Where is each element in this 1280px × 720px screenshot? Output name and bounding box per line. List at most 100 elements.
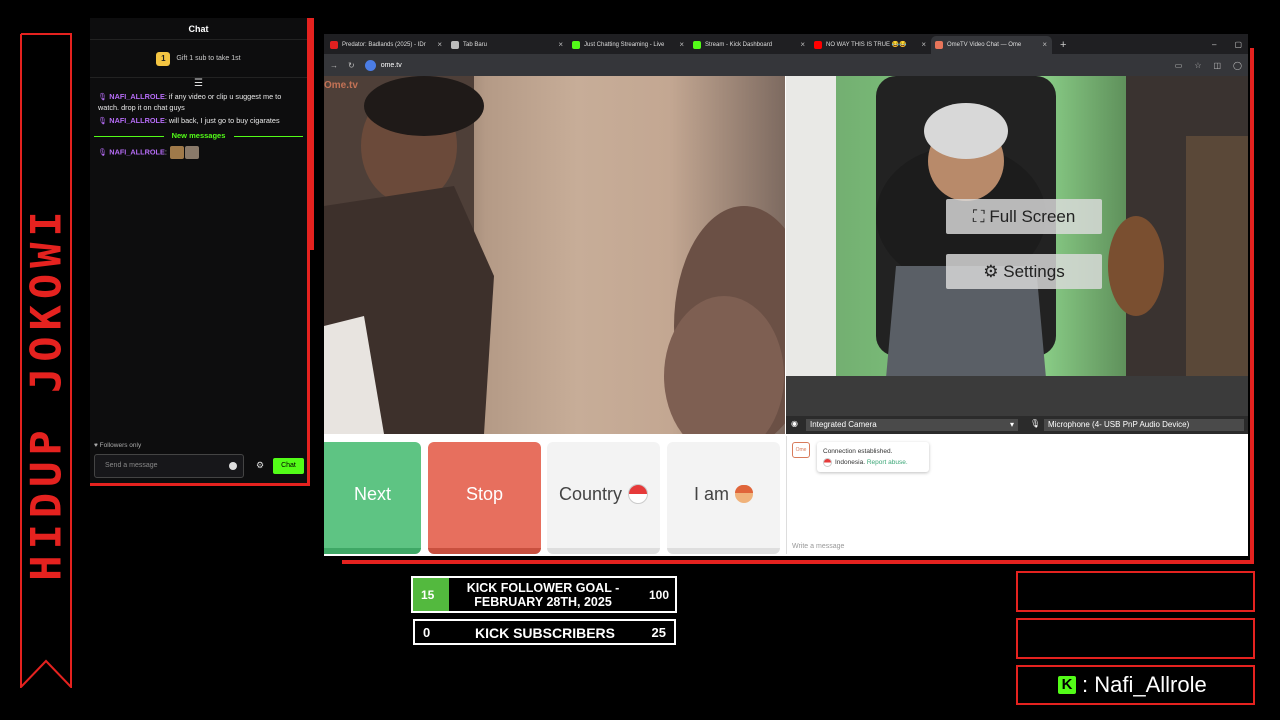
browser-tab[interactable]: Tab Baru × bbox=[447, 36, 568, 54]
close-icon[interactable]: × bbox=[558, 36, 563, 54]
handle-box: K : Nafi_Allrole bbox=[1016, 665, 1255, 705]
browser-tab[interactable]: NO WAY THIS IS TRUE 😂😂 × bbox=[810, 36, 931, 54]
emote-icon bbox=[184, 146, 199, 159]
camera-value: Integrated Camera bbox=[810, 420, 877, 429]
minimize-icon[interactable]: – bbox=[1212, 36, 1216, 54]
toolbar-icons: ▭ ☆ ◫ ◯ bbox=[1175, 61, 1248, 70]
tab-title: Just Chatting Streaming - Live bbox=[584, 42, 665, 48]
tab-bar: Predator: Badlands (2025) - IDr × Tab Bar… bbox=[324, 34, 1248, 54]
subs-current: 0 bbox=[423, 625, 431, 640]
goal-target: 100 bbox=[648, 588, 669, 602]
close-icon[interactable]: × bbox=[437, 36, 442, 54]
profile-icon[interactable]: ◯ bbox=[1233, 61, 1242, 70]
empty-box bbox=[1016, 618, 1255, 659]
new-messages-divider: New messages bbox=[94, 131, 303, 141]
extensions-icon[interactable]: ◫ bbox=[1213, 61, 1221, 70]
ometv-logo: Ome.tv bbox=[324, 80, 358, 91]
full-screen-button[interactable]: ⛶ Full Screen bbox=[946, 199, 1102, 234]
close-icon[interactable]: × bbox=[800, 36, 805, 54]
chat-username[interactable]: NAFI_ALLROLE bbox=[109, 92, 165, 101]
chat-username[interactable]: NAFI_ALLROLE bbox=[109, 147, 165, 156]
subscriber-goal-widget: 0 KICK SUBSCRIBERS 25 bbox=[413, 619, 676, 645]
forward-icon[interactable]: → bbox=[330, 61, 338, 70]
emote-icon bbox=[169, 146, 184, 159]
tab-title: NO WAY THIS IS TRUE 😂😂 bbox=[826, 42, 907, 48]
settings-label: Settings bbox=[1003, 262, 1065, 281]
bookmark-star-icon[interactable]: ☆ bbox=[1194, 61, 1201, 70]
tab-favicon-icon bbox=[572, 41, 580, 49]
stranger-video: Ome.tv bbox=[324, 76, 785, 434]
connection-text: Connection established. bbox=[823, 448, 893, 455]
goal-title: KICK FOLLOWER GOAL - FEBRUARY 28TH, 2025 bbox=[466, 581, 620, 609]
close-icon[interactable]: × bbox=[1042, 36, 1047, 54]
maximize-icon[interactable]: ▢ bbox=[1234, 36, 1242, 54]
chat-send-button[interactable]: Chat bbox=[273, 458, 304, 474]
emoji-icon[interactable] bbox=[229, 462, 237, 470]
next-label: Next bbox=[353, 484, 391, 504]
gift-text: Gift 1 sub to take 1st bbox=[176, 55, 241, 62]
banner-text: HIDUP JOKOWI bbox=[21, 205, 71, 581]
self-video: ⛶ Full Screen ⚙ Settings bbox=[786, 76, 1248, 434]
followers-only-label: ♥ Followers only bbox=[94, 442, 142, 449]
microphone-icon: 🎙 bbox=[1030, 419, 1041, 428]
tab-favicon-icon bbox=[935, 41, 943, 49]
gift-sub-row[interactable]: 1 Gift 1 sub to take 1st bbox=[90, 40, 307, 78]
stop-button[interactable]: Stop bbox=[428, 442, 541, 554]
url-text: ome.tv bbox=[380, 61, 402, 69]
chevron-down-icon: ▾ bbox=[1009, 420, 1014, 429]
write-message-input[interactable]: Write a message bbox=[792, 543, 844, 550]
fullscreen-icon: ⛶ bbox=[972, 207, 985, 226]
microphone-select[interactable]: Microphone (4- USB PnP Audio Device) bbox=[1044, 419, 1244, 431]
tab-title: Tab Baru bbox=[463, 42, 488, 48]
next-button[interactable]: Next bbox=[324, 442, 421, 554]
gender-button[interactable]: I am bbox=[667, 442, 780, 554]
mic-badge-icon: 🎙 bbox=[98, 116, 108, 125]
country-button[interactable]: Country bbox=[547, 442, 660, 554]
window-controls: – ▢ bbox=[1212, 36, 1248, 54]
chat-username[interactable]: NAFI_ALLROLE bbox=[109, 116, 165, 125]
close-icon[interactable]: × bbox=[921, 36, 926, 54]
browser-window: Predator: Badlands (2025) - IDr × Tab Bar… bbox=[324, 34, 1248, 556]
stop-label: Stop bbox=[465, 484, 504, 504]
subs-title: KICK SUBSCRIBERS bbox=[474, 625, 615, 641]
browser-tab-active[interactable]: OmeTV Video Chat — Ome × bbox=[931, 36, 1052, 54]
close-icon[interactable]: × bbox=[679, 36, 684, 54]
follower-goal-widget: 15 KICK FOLLOWER GOAL - FEBRUARY 28TH, 2… bbox=[411, 576, 677, 613]
send-message-input[interactable]: Send a message bbox=[94, 454, 244, 478]
browser-tab[interactable]: Predator: Badlands (2025) - IDr × bbox=[326, 36, 447, 54]
new-tab-icon[interactable]: + bbox=[1052, 36, 1074, 54]
person-face-icon bbox=[735, 484, 753, 503]
url-field[interactable]: ome.tv bbox=[364, 59, 402, 71]
browser-tab[interactable]: Stream - Kick Dashboard × bbox=[689, 36, 810, 54]
site-info-icon[interactable] bbox=[364, 59, 376, 71]
browser-tab[interactable]: Just Chatting Streaming - Live × bbox=[568, 36, 689, 54]
ometv-chat-area: Ome Connection established. Indonesia. R… bbox=[786, 436, 1248, 554]
chat-text: : bbox=[164, 147, 167, 157]
report-abuse-link[interactable]: Report abuse. bbox=[867, 459, 908, 466]
send-placeholder: Send a message bbox=[105, 462, 158, 469]
kick-handle: K : Nafi_Allrole bbox=[1018, 667, 1253, 703]
tab-favicon-icon bbox=[814, 41, 822, 49]
empty-box bbox=[1016, 571, 1255, 612]
mic-badge-icon: 🎙 bbox=[98, 92, 108, 101]
tab-favicon-icon bbox=[451, 41, 459, 49]
reload-icon[interactable]: ↻ bbox=[348, 61, 355, 70]
country-text: Indonesia. bbox=[835, 459, 865, 466]
cast-icon[interactable]: ▭ bbox=[1175, 61, 1183, 70]
i-am-label: I am bbox=[693, 484, 729, 504]
chat-message: 🎙 NAFI_ALLROLE: bbox=[90, 145, 307, 160]
stranger-video-scene bbox=[324, 76, 785, 434]
chat-border-accent bbox=[310, 18, 314, 250]
chat-title: Chat bbox=[90, 18, 307, 40]
tab-title: OmeTV Video Chat — Ome bbox=[947, 42, 1022, 48]
camera-select[interactable]: Integrated Camera ▾ bbox=[806, 419, 1018, 431]
settings-button[interactable]: ⚙ Settings bbox=[946, 254, 1102, 289]
chat-message: 🎙 NAFI_ALLROLE: will back, I just go to … bbox=[90, 114, 307, 127]
kick-chat-panel: Chat 1 Gift 1 sub to take 1st ☰ 🎙 NAFI_A… bbox=[90, 18, 310, 486]
gear-icon[interactable]: ⚙ bbox=[256, 460, 264, 471]
pinned-menu-icon[interactable]: ☰ bbox=[90, 78, 307, 90]
goal-current: 15 bbox=[421, 588, 435, 602]
microphone-value: Microphone (4- USB PnP Audio Device) bbox=[1048, 420, 1190, 429]
indonesia-flag-icon bbox=[823, 457, 832, 467]
kick-logo-icon: K bbox=[1058, 676, 1076, 694]
